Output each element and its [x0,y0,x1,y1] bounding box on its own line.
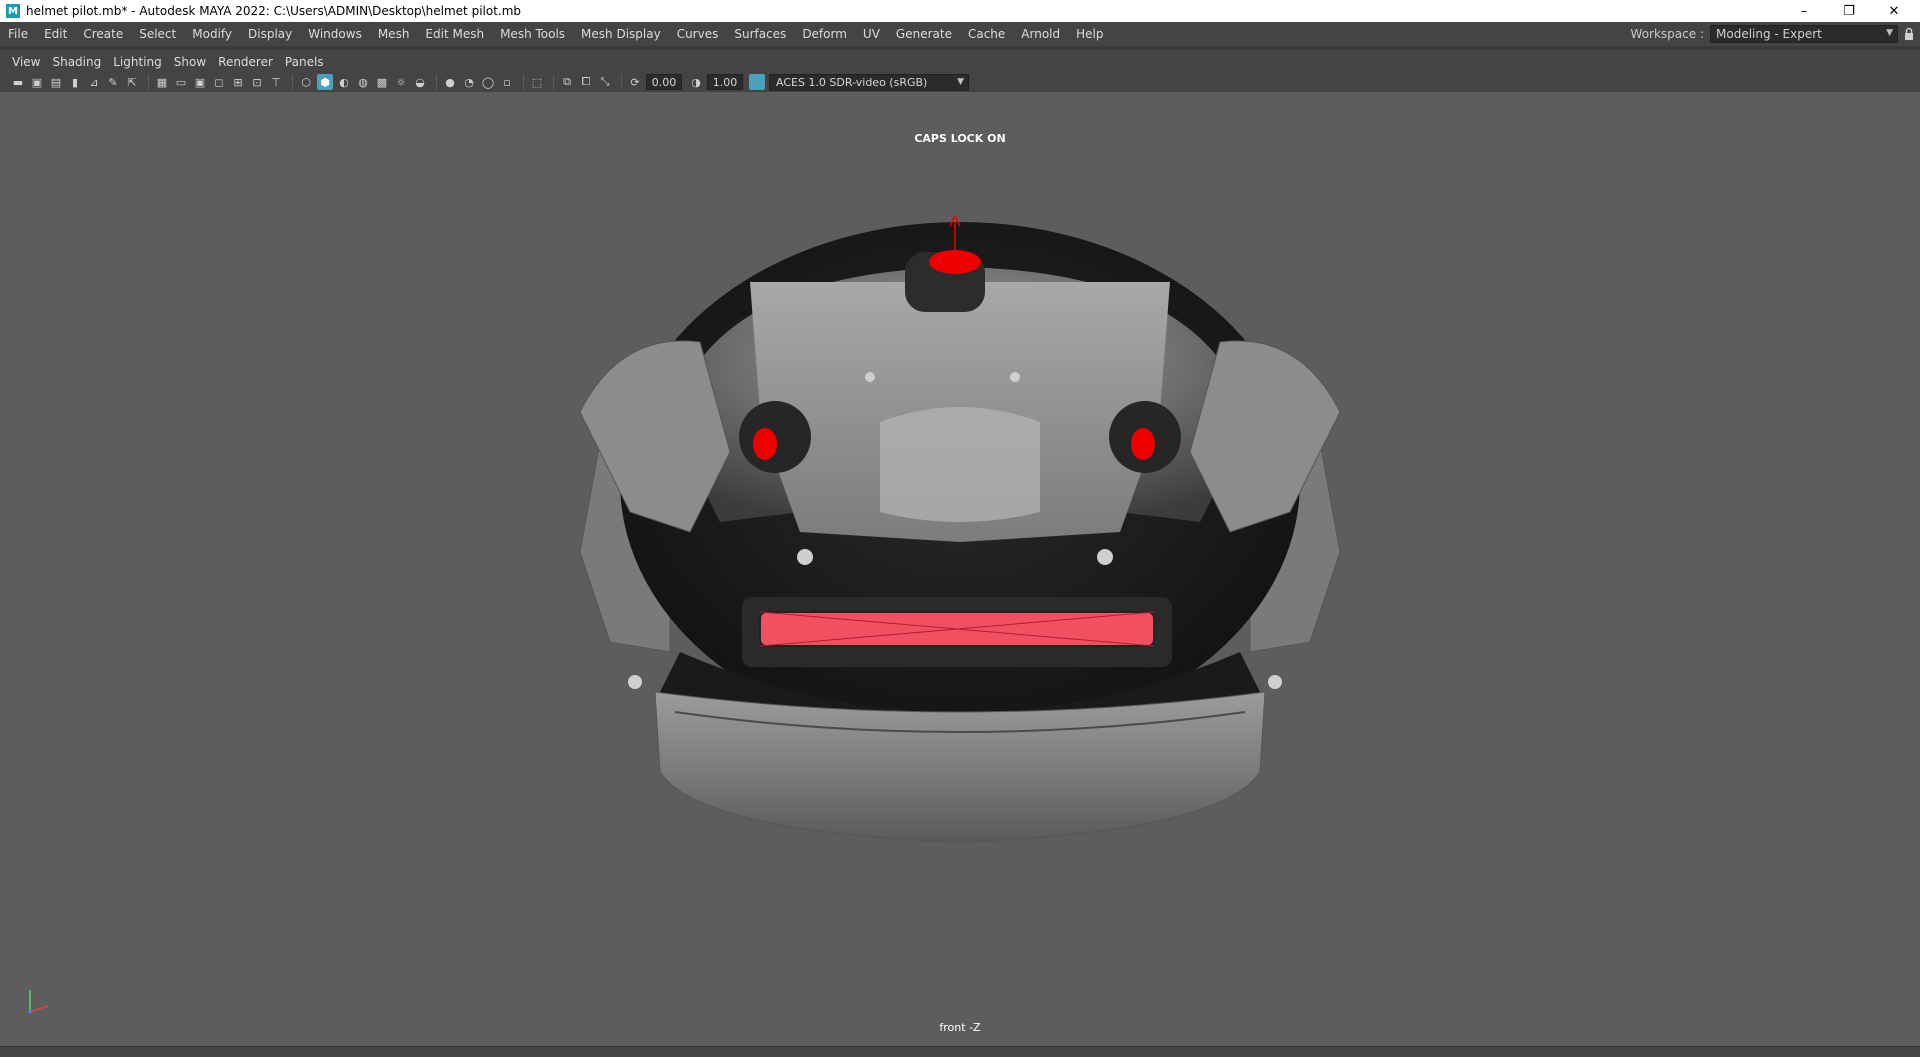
menu-deform[interactable]: Deform [794,27,855,41]
minimize-button[interactable]: – [1782,0,1826,22]
field-chart-icon[interactable]: ⊞ [230,74,246,90]
textured-icon[interactable]: ▩ [374,74,390,90]
rivet [865,372,875,382]
menu-file[interactable]: File [0,27,36,41]
chin-guard [654,691,1266,843]
grease-pencil-icon[interactable]: ✎ [105,74,121,90]
panel-menu-renderer[interactable]: Renderer [212,55,279,69]
screen-space-ambient-occlusion-icon[interactable]: ● [442,74,458,90]
rivet [1010,372,1020,382]
workspace-dropdown[interactable]: Modeling - Expert ▼ [1710,25,1898,43]
x-ray-joints-icon[interactable]: ⤡ [597,74,613,90]
anti-aliasing-icon[interactable]: ◯ [480,74,496,90]
toolbar-divider [148,74,149,90]
menu-select[interactable]: Select [131,27,184,41]
shadows-icon[interactable]: ◒ [412,74,428,90]
menu-windows[interactable]: Windows [300,27,370,41]
rivet [797,549,813,565]
right-selected-face [1131,428,1155,460]
menu-create[interactable]: Create [75,27,131,41]
menu-mesh-tools[interactable]: Mesh Tools [492,27,573,41]
menu-edit[interactable]: Edit [36,27,75,41]
exposure-field[interactable]: 0.00 [646,74,682,90]
safe-action-icon[interactable]: ⊡ [249,74,265,90]
toolbar-divider [292,74,293,90]
wireframe-on-shaded-icon[interactable]: ◍ [355,74,371,90]
window-title: helmet pilot.mb* - Autodesk MAYA 2022: C… [26,4,522,18]
panel-menu-show[interactable]: Show [168,55,212,69]
menu-uv[interactable]: UV [855,27,888,41]
menu-arnold[interactable]: Arnold [1013,27,1068,41]
menu-cache[interactable]: Cache [960,27,1013,41]
close-button[interactable]: ✕ [1872,0,1916,22]
rivet [628,675,642,689]
film-gate-icon[interactable]: ▭ [173,74,189,90]
panel-menu-panels[interactable]: Panels [279,55,330,69]
rivet [1097,549,1113,565]
menu-mesh[interactable]: Mesh [370,27,418,41]
motion-blur-icon[interactable]: ◔ [461,74,477,90]
use-all-lights-icon[interactable]: ☼ [393,74,409,90]
select-camera-icon[interactable]: ▬ [10,74,26,90]
gamma-icon[interactable]: ◑ [688,74,704,90]
safe-title-icon[interactable]: ⊤ [268,74,284,90]
toolbar-divider [621,74,622,90]
x-ray-active-components-icon[interactable]: ⧠ [578,74,594,90]
view-transform-value: ACES 1.0 SDR-video (sRGB) [776,75,928,89]
wireframe-icon[interactable]: ⬡ [298,74,314,90]
caps-lock-hud: CAPS LOCK ON [914,132,1006,145]
faceplate-ridge [880,407,1040,522]
bookmark-camera-icon[interactable]: ▤ [48,74,64,90]
menu-help[interactable]: Help [1068,27,1111,41]
menu-generate[interactable]: Generate [888,27,960,41]
maximize-button[interactable]: ❐ [1827,0,1871,22]
gate-mask-icon[interactable]: ◻ [211,74,227,90]
maya-logo-icon: M [6,4,20,18]
panel-menu-lighting[interactable]: Lighting [107,55,168,69]
viewport-panel[interactable]: CAPS LOCK ON front -Z [0,92,1920,1046]
toolbar-divider [553,74,554,90]
smooth-shade-icon[interactable]: ⬢ [317,74,333,90]
image-plane-icon[interactable]: ⊿ [86,74,102,90]
panel-toolbar: ▬ ▣ ▤ ▮ ⊿ ✎ ⇱ ▦ ▭ ▣ ◻ ⊞ ⊡ ⊤ ⬡ ⬢ ◐ ◍ ▩ ☼ … [0,72,1920,92]
workspace-label: Workspace : [1630,27,1704,41]
window-titlebar: M helmet pilot.mb* - Autodesk MAYA 2022:… [0,0,1920,22]
exposure-icon[interactable]: ⟳ [627,74,643,90]
depth-of-field-icon[interactable]: ▫ [499,74,515,90]
menu-mesh-display[interactable]: Mesh Display [573,27,669,41]
menu-modify[interactable]: Modify [184,27,240,41]
view-transform-dropdown[interactable]: ACES 1.0 SDR-video (sRGB) ▼ [769,73,969,91]
panel-menubar: View Shading Lighting Show Renderer Pane… [0,50,1920,74]
x-ray-icon[interactable]: ⧉ [559,74,575,90]
workspace-switcher: Workspace : Modeling - Expert ▼ [1631,22,1920,46]
gamma-field[interactable]: 1.00 [707,74,743,90]
chevron-down-icon: ▼ [957,76,964,87]
grid-icon[interactable]: ▦ [154,74,170,90]
helmet-model[interactable] [560,212,1360,912]
toolbar-divider [523,74,524,90]
menu-display[interactable]: Display [240,27,300,41]
panel-menu-shading[interactable]: Shading [46,55,107,69]
camera-attributes-icon[interactable]: ▣ [29,74,45,90]
bottom-status-strip [0,1046,1920,1057]
isolate-select-icon[interactable]: ⬚ [529,74,545,90]
use-default-material-icon[interactable]: ◐ [336,74,352,90]
workspace-value: Modeling - Expert [1716,27,1822,41]
camera-label-hud: front -Z [939,1021,981,1034]
2d-pan-zoom-icon[interactable]: ⇱ [124,74,140,90]
menu-surfaces[interactable]: Surfaces [726,27,794,41]
left-selected-face [753,428,777,460]
chevron-down-icon: ▼ [1886,28,1893,38]
lock-icon[interactable] [1898,22,1920,46]
menu-curves[interactable]: Curves [669,27,727,41]
rivet [1268,675,1282,689]
menu-edit-mesh[interactable]: Edit Mesh [417,27,492,41]
color-management-toggle-icon[interactable] [749,74,765,90]
panel-menu-view[interactable]: View [6,55,46,69]
bookmark-icon[interactable]: ▮ [67,74,83,90]
axis-gizmo-icon [28,990,49,1014]
toolbar-divider [436,74,437,90]
resolution-gate-icon[interactable]: ▣ [192,74,208,90]
